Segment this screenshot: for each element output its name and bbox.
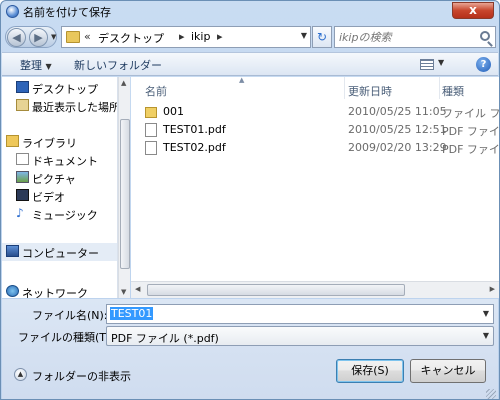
breadcrumb-separator[interactable]: ▸ bbox=[179, 30, 185, 43]
nav-item-label: デスクトップ bbox=[32, 83, 98, 96]
filetype-select[interactable]: PDF ファイル (*.pdf) ▼ bbox=[106, 326, 494, 346]
nav-item-label: ミュージック bbox=[32, 209, 98, 222]
cancel-button[interactable]: キャンセル bbox=[410, 359, 486, 383]
filetype-value: PDF ファイル (*.pdf) bbox=[111, 332, 219, 345]
column-header-date[interactable]: 更新日時 bbox=[348, 77, 440, 99]
nav-item-videos[interactable]: ビデオ bbox=[2, 187, 117, 205]
nav-item-recent-places[interactable]: 最近表示した場所 bbox=[2, 97, 118, 115]
app-icon bbox=[6, 5, 19, 18]
address-dropdown-icon[interactable]: ▼ bbox=[301, 31, 307, 40]
recent-places-icon bbox=[16, 99, 29, 111]
breadcrumb-separator[interactable]: ▸ bbox=[217, 30, 223, 43]
file-type: PDF ファイ bbox=[442, 125, 499, 138]
nav-item-library[interactable]: ライブラリ bbox=[2, 133, 117, 151]
organize-button[interactable]: 整理 ▼ bbox=[20, 57, 52, 73]
nav-item-label: ドキュメント bbox=[32, 155, 98, 168]
chevron-down-icon[interactable]: ▼ bbox=[438, 58, 444, 67]
nav-item-desktop[interactable]: デスクトップ bbox=[2, 79, 117, 97]
file-row[interactable]: TEST02.pdf 2009/02/20 13:29 PDF ファイ bbox=[131, 139, 499, 157]
resize-grip-icon[interactable] bbox=[486, 389, 496, 399]
scroll-left-icon[interactable]: ◀ bbox=[135, 285, 140, 293]
search-box[interactable] bbox=[334, 26, 496, 48]
nav-item-network[interactable]: ネットワーク bbox=[2, 283, 117, 298]
save-button[interactable]: 保存(S) bbox=[336, 359, 404, 383]
recent-pages-dropdown-icon[interactable]: ▼ bbox=[51, 33, 56, 41]
file-type: PDF ファイ bbox=[442, 143, 499, 156]
column-header-name[interactable]: 名前 bbox=[145, 77, 345, 99]
network-icon bbox=[6, 285, 19, 297]
column-header-type[interactable]: 種類 bbox=[442, 77, 499, 99]
chevron-down-icon: ▼ bbox=[45, 62, 52, 71]
title-bar: 名前を付けて保存 x bbox=[1, 1, 499, 22]
file-name: TEST01.pdf bbox=[163, 123, 226, 136]
nav-item-music[interactable]: ♪ ミュージック bbox=[2, 205, 117, 223]
filename-field[interactable]: TEST01 bbox=[110, 307, 154, 320]
document-icon bbox=[145, 141, 157, 155]
documents-icon bbox=[16, 153, 29, 165]
music-icon: ♪ bbox=[16, 206, 24, 220]
file-list: ▲ 名前 更新日時 種類 001 2010/05/25 11:05 ファイル フ… bbox=[131, 77, 499, 298]
nav-item-label: コンピューター bbox=[22, 247, 99, 260]
nav-item-label: ピクチャ bbox=[32, 173, 76, 186]
file-list-scrollbar[interactable]: ◀ ▶ bbox=[131, 281, 499, 298]
scroll-thumb[interactable] bbox=[147, 284, 405, 296]
scroll-up-icon[interactable]: ▲ bbox=[121, 79, 126, 87]
command-toolbar: 整理 ▼ 新しいフォルダー ▼ ? bbox=[2, 52, 498, 76]
folder-icon bbox=[66, 31, 80, 43]
nav-item-label: ビデオ bbox=[32, 191, 65, 204]
search-icon[interactable] bbox=[480, 31, 490, 41]
nav-item-computer[interactable]: コンピューター bbox=[2, 243, 117, 261]
scroll-thumb[interactable] bbox=[120, 119, 130, 269]
close-button[interactable]: x bbox=[452, 2, 494, 19]
pictures-icon bbox=[16, 171, 29, 183]
folder-icon bbox=[145, 107, 157, 118]
breadcrumb-ikip[interactable]: ikip bbox=[191, 30, 210, 43]
file-date: 2010/05/25 11:05 bbox=[348, 105, 447, 118]
nav-item-label: 最近表示した場所 bbox=[32, 101, 118, 114]
window-title: 名前を付けて保存 bbox=[23, 6, 111, 19]
file-date: 2010/05/25 12:51 bbox=[348, 123, 447, 136]
breadcrumb-desktop[interactable]: デスクトップ bbox=[98, 30, 164, 46]
filename-combobox[interactable]: TEST01 ▼ bbox=[106, 304, 494, 324]
back-icon[interactable]: ◀ bbox=[7, 28, 26, 47]
help-icon[interactable]: ? bbox=[476, 57, 491, 72]
organize-label: 整理 bbox=[20, 59, 42, 72]
history-buttons: ◀ ▶ ▼ bbox=[5, 26, 57, 48]
file-name: 001 bbox=[163, 105, 184, 118]
hide-folders-label: フォルダーの非表示 bbox=[32, 370, 131, 383]
file-name: TEST02.pdf bbox=[163, 141, 226, 154]
search-input[interactable] bbox=[339, 29, 475, 45]
forward-icon[interactable]: ▶ bbox=[29, 28, 48, 47]
library-icon bbox=[6, 135, 19, 147]
address-bar[interactable]: « デスクトップ ▸ ikip ▸ ▼ bbox=[61, 26, 311, 48]
navigation-scrollbar[interactable]: ▲ ▼ bbox=[118, 77, 130, 298]
nav-item-pictures[interactable]: ピクチャ bbox=[2, 169, 117, 187]
computer-icon bbox=[6, 245, 19, 257]
nav-item-label: ネットワーク bbox=[22, 287, 88, 298]
filetype-label: ファイルの種類(T): bbox=[18, 331, 115, 344]
scroll-down-icon[interactable]: ▼ bbox=[121, 288, 126, 296]
scroll-right-icon[interactable]: ▶ bbox=[490, 285, 495, 293]
file-row[interactable]: TEST01.pdf 2010/05/25 12:51 PDF ファイ bbox=[131, 121, 499, 139]
save-form: ファイル名(N): TEST01 ▼ ファイルの種類(T): PDF ファイル … bbox=[2, 299, 498, 399]
navigation-pane: デスクトップ 最近表示した場所 ライブラリ ドキュメント ピクチャ ビデオ ♪ … bbox=[2, 77, 118, 298]
videos-icon bbox=[16, 189, 29, 201]
navigation-row: ◀ ▶ ▼ « デスクトップ ▸ ikip ▸ ▼ ↻ bbox=[1, 23, 499, 51]
file-row[interactable]: 001 2010/05/25 11:05 ファイル フ bbox=[131, 103, 499, 121]
chevron-up-icon: ▲ bbox=[14, 368, 27, 381]
save-as-dialog: 名前を付けて保存 x ◀ ▶ ▼ « デスクトップ ▸ ikip ▸ ▼ ↻ 整… bbox=[0, 0, 500, 400]
new-folder-button[interactable]: 新しいフォルダー bbox=[74, 57, 162, 73]
file-type: ファイル フ bbox=[442, 107, 499, 120]
nav-item-label: ライブラリ bbox=[22, 137, 77, 150]
chevron-down-icon[interactable]: ▼ bbox=[483, 331, 489, 340]
refresh-icon[interactable]: ↻ bbox=[312, 26, 332, 48]
document-icon bbox=[145, 123, 157, 137]
filename-label: ファイル名(N): bbox=[32, 309, 108, 322]
address-overflow[interactable]: « bbox=[84, 30, 91, 43]
chevron-down-icon[interactable]: ▼ bbox=[483, 309, 489, 318]
desktop-icon bbox=[16, 81, 29, 93]
file-date: 2009/02/20 13:29 bbox=[348, 141, 447, 154]
nav-item-documents[interactable]: ドキュメント bbox=[2, 151, 117, 169]
view-options-icon[interactable] bbox=[420, 59, 434, 70]
